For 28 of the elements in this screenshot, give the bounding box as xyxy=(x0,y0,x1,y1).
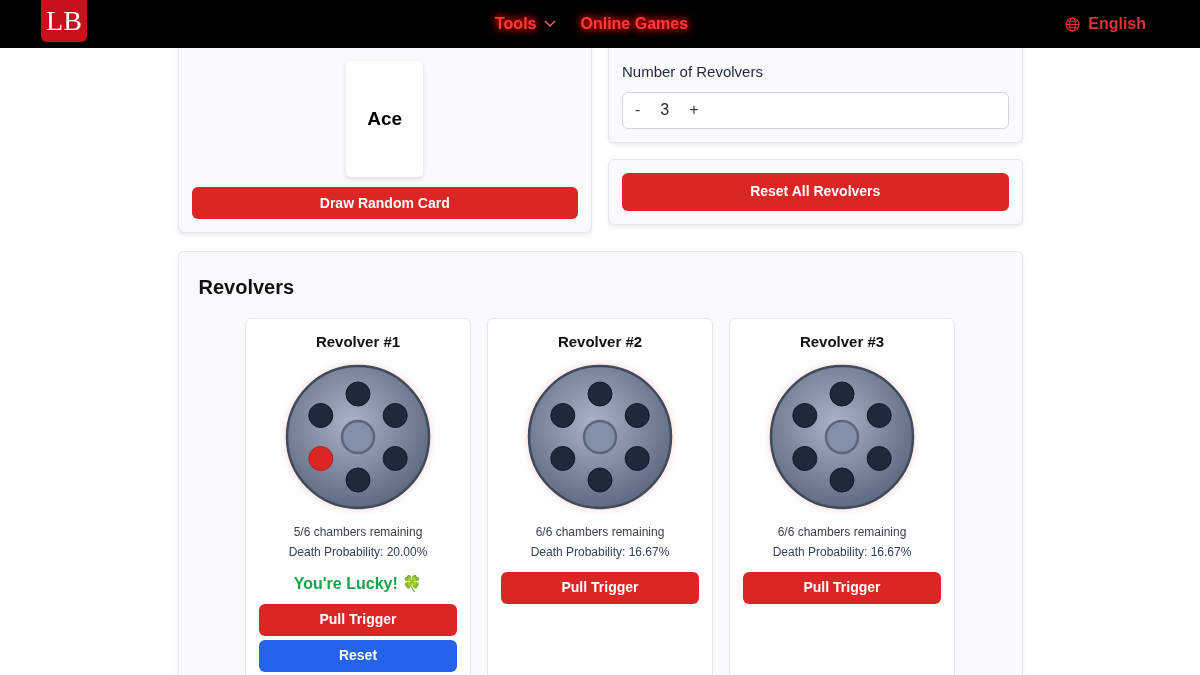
chambers-remaining: 6/6 chambers remaining xyxy=(776,523,908,541)
language-selector[interactable]: English xyxy=(1065,12,1146,36)
nav-link[interactable]: Online Games xyxy=(580,12,689,36)
revolver-title: Revolver #2 xyxy=(556,332,644,352)
revolver-title: Revolver #3 xyxy=(798,332,886,352)
reset-button[interactable]: Reset xyxy=(259,639,457,672)
reset-all-button[interactable]: Reset All Revolvers xyxy=(622,172,1009,211)
death-probability: Death Probability: 20.00% xyxy=(287,543,429,561)
pull-trigger-button[interactable]: Pull Trigger xyxy=(259,603,457,636)
nav-link[interactable]: Tools xyxy=(495,12,557,36)
count-value: 3 xyxy=(659,100,671,120)
chambers-remaining: 5/6 chambers remaining xyxy=(292,523,424,541)
logo[interactable]: LB xyxy=(41,0,87,42)
pull-trigger-button[interactable]: Pull Trigger xyxy=(501,571,699,604)
result-message: You're Lucky! 🍀 xyxy=(292,573,424,594)
revolver-title: Revolver #1 xyxy=(314,332,402,352)
playing-card: Ace xyxy=(346,61,424,177)
increment-button[interactable]: + xyxy=(677,98,711,122)
pull-trigger-button[interactable]: Pull Trigger xyxy=(743,571,941,604)
death-probability: Death Probability: 16.67% xyxy=(771,543,913,561)
revolver-count-stepper[interactable]: - 3 + xyxy=(622,91,1009,129)
draw-card-button[interactable]: Draw Random Card xyxy=(191,187,578,219)
section-title: Revolvers xyxy=(198,275,296,300)
field-label: Number of Revolvers xyxy=(622,62,764,82)
decrement-button[interactable]: - xyxy=(623,98,653,122)
chambers-remaining: 6/6 chambers remaining xyxy=(534,523,666,541)
globe-icon xyxy=(1065,16,1081,32)
death-probability: Death Probability: 16.67% xyxy=(529,543,671,561)
